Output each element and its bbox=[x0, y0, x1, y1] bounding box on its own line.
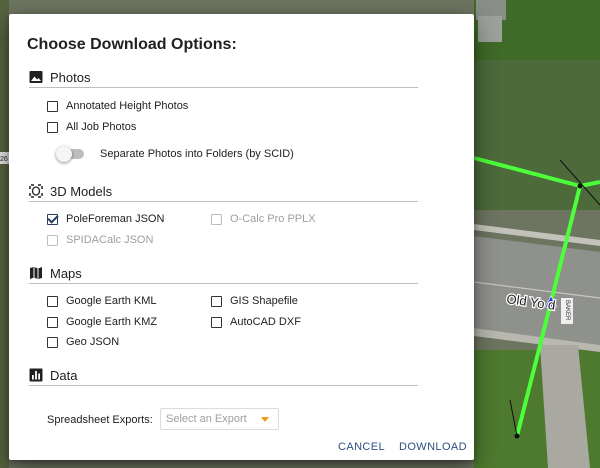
map-icon bbox=[30, 267, 42, 279]
ocalc-pro-pplx-checkbox[interactable]: O-Calc Pro PPLX bbox=[211, 213, 316, 225]
checkbox-label: SPIDACalc JSON bbox=[66, 234, 154, 246]
3d-models-section-label: 3D Models bbox=[50, 183, 113, 199]
3d-models-section: 3D Models bbox=[29, 181, 418, 202]
checkbox-label: AutoCAD DXF bbox=[230, 316, 301, 328]
download-options-dialog: Choose Download Options: Photos Annotate… bbox=[9, 14, 474, 460]
dialog-title: Choose Download Options: bbox=[27, 36, 237, 53]
data-section-header: Data bbox=[29, 365, 418, 386]
poleforeman-json-checkbox[interactable]: PoleForeman JSON bbox=[47, 213, 164, 225]
checkbox-box[interactable] bbox=[47, 316, 58, 328]
checkbox-box[interactable] bbox=[211, 213, 222, 225]
checkbox-box[interactable] bbox=[47, 234, 58, 246]
download-button[interactable]: DOWNLOAD bbox=[399, 441, 467, 453]
google-earth-kmz-checkbox[interactable]: Google Earth KMZ bbox=[47, 316, 157, 328]
checkbox-label: Google Earth KMZ bbox=[66, 316, 158, 328]
autocad-dxf-checkbox[interactable]: AutoCAD DXF bbox=[211, 316, 301, 328]
checkbox-label: Google Earth KML bbox=[66, 295, 157, 307]
map-pole-dot[interactable] bbox=[577, 183, 583, 189]
bar-chart-icon bbox=[29, 368, 43, 382]
maps-section-label: Maps bbox=[50, 265, 82, 281]
photos-section: Photos bbox=[29, 67, 418, 88]
data-section: Data bbox=[29, 365, 418, 386]
spidacalc-json-checkbox[interactable]: SPIDACalc JSON bbox=[47, 234, 153, 246]
3d-models-section-header: 3D Models bbox=[29, 181, 418, 202]
photos-section-header: Photos bbox=[29, 67, 418, 88]
select-placeholder: Select an Export bbox=[166, 413, 247, 425]
separate-photos-toggle-row: Separate Photos into Folders (by SCID) bbox=[56, 146, 294, 162]
maps-section-header: Maps bbox=[29, 263, 418, 284]
checkbox-label: PoleForeman JSON bbox=[66, 213, 165, 225]
data-section-label: Data bbox=[50, 367, 78, 383]
separate-photos-toggle[interactable] bbox=[56, 146, 84, 162]
map-sign-label: BAKER bbox=[564, 300, 570, 321]
maps-section: Maps bbox=[29, 263, 418, 284]
checkbox-label: O-Calc Pro PPLX bbox=[230, 213, 316, 225]
google-earth-kml-checkbox[interactable]: Google Earth KML bbox=[47, 295, 157, 307]
all-job-photos-checkbox[interactable]: All Job Photos bbox=[47, 121, 136, 133]
spreadsheet-exports-label: Spreadsheet Exports: bbox=[47, 414, 153, 426]
annotated-height-photos-checkbox[interactable]: Annotated Height Photos bbox=[47, 100, 188, 112]
checkbox-box[interactable] bbox=[47, 213, 58, 225]
image-icon bbox=[29, 71, 43, 83]
checkbox-label: All Job Photos bbox=[66, 121, 137, 133]
checkbox-box[interactable] bbox=[47, 336, 58, 348]
checkbox-label: GIS Shapefile bbox=[230, 295, 298, 307]
toggle-label: Separate Photos into Folders (by SCID) bbox=[100, 148, 294, 160]
caret-down-icon bbox=[261, 417, 269, 422]
checkbox-label: Annotated Height Photos bbox=[66, 100, 189, 112]
3d-models-icon bbox=[29, 184, 43, 198]
checkbox-box[interactable] bbox=[211, 316, 222, 328]
gis-shapefile-checkbox[interactable]: GIS Shapefile bbox=[211, 295, 298, 307]
checkbox-box[interactable] bbox=[47, 121, 58, 133]
geo-json-checkbox[interactable]: Geo JSON bbox=[47, 336, 119, 348]
cancel-button[interactable]: CANCEL bbox=[338, 441, 385, 453]
map-pole-dot[interactable] bbox=[514, 433, 520, 439]
checkbox-box[interactable] bbox=[47, 295, 58, 307]
spreadsheet-export-select[interactable]: Select an Export bbox=[160, 408, 279, 430]
checkbox-box[interactable] bbox=[211, 295, 222, 307]
checkbox-label: Geo JSON bbox=[66, 336, 120, 348]
photos-section-label: Photos bbox=[50, 69, 91, 85]
map-edge-label: 26 bbox=[0, 156, 8, 163]
checkbox-box[interactable] bbox=[47, 100, 58, 112]
